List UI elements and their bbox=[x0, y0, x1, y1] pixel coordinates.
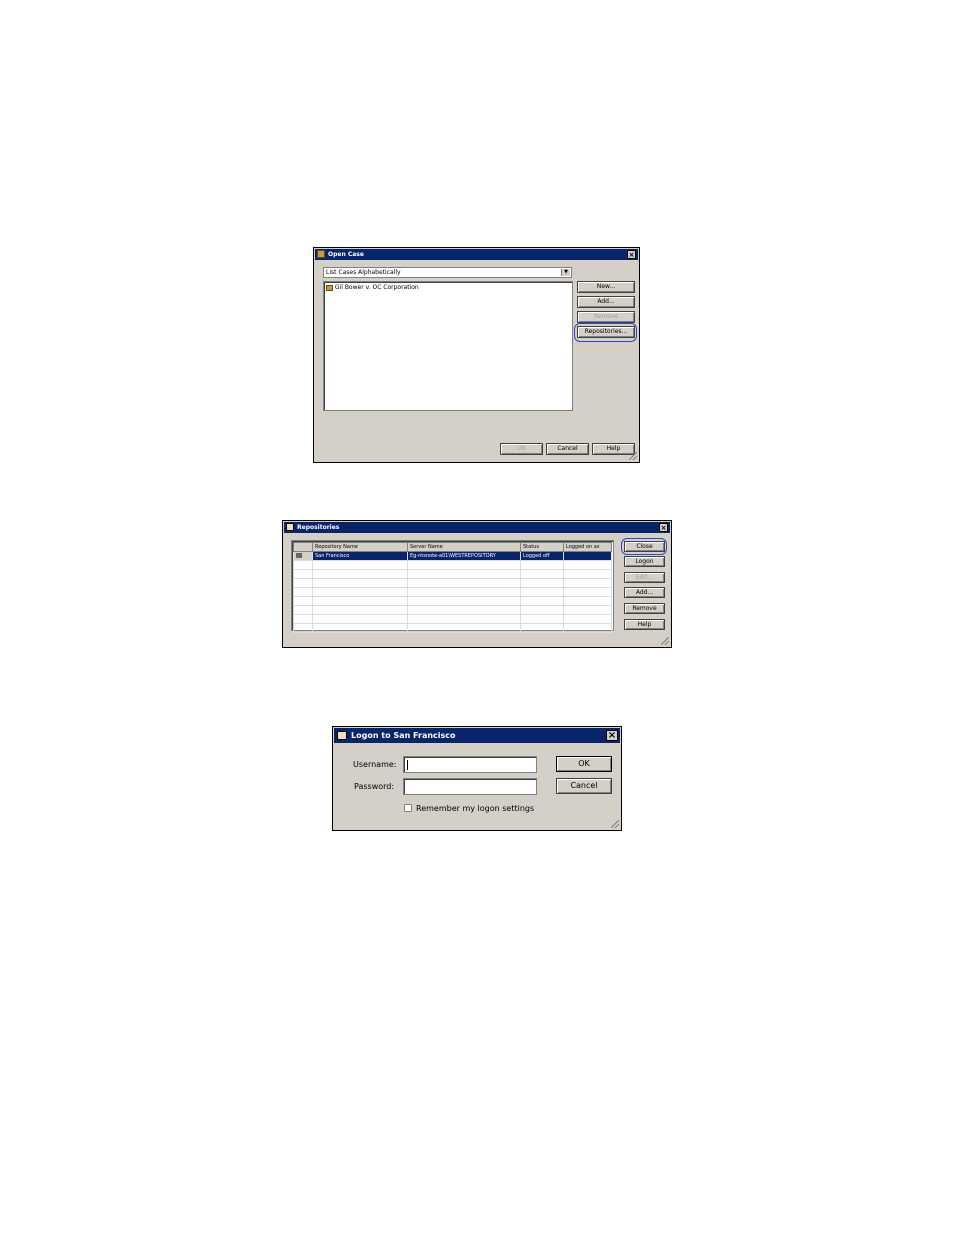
table-row bbox=[293, 578, 612, 588]
new-case-button[interactable]: New... bbox=[577, 281, 635, 293]
column-header-logged-on[interactable]: Logged on as bbox=[563, 542, 612, 552]
close-icon[interactable]: × bbox=[659, 523, 668, 532]
table-row bbox=[293, 596, 612, 606]
repositories-highlight bbox=[574, 323, 637, 342]
repositories-dialog: Repositories × Repository Name Server Na… bbox=[282, 520, 672, 648]
resize-grip[interactable] bbox=[661, 637, 669, 645]
logon-title: Logon to San Francisco bbox=[351, 731, 456, 740]
row-indicator-header bbox=[293, 542, 313, 552]
logged-on-cell bbox=[563, 551, 612, 561]
logon-button[interactable]: Logon bbox=[624, 556, 665, 567]
username-field[interactable] bbox=[403, 756, 537, 773]
remember-checkbox[interactable] bbox=[404, 804, 412, 812]
add-repository-button[interactable]: Add... bbox=[624, 587, 665, 598]
repository-icon bbox=[286, 523, 294, 531]
close-highlight bbox=[621, 538, 667, 555]
repositories-titlebar: Repositories × bbox=[284, 522, 670, 533]
table-row bbox=[293, 614, 612, 624]
row-indicator bbox=[293, 551, 313, 561]
open-case-dialog: Open Case × List Cases Alphabetically ▼ … bbox=[313, 247, 640, 463]
remember-label: Remember my logon settings bbox=[416, 804, 535, 813]
username-label: Username: bbox=[353, 760, 397, 769]
column-header-name[interactable]: Repository Name bbox=[312, 542, 408, 552]
server-name-cell: Eg-ntsnote-a01\WESTREPOSITORY bbox=[407, 551, 521, 561]
table-row bbox=[293, 605, 612, 615]
close-icon[interactable]: × bbox=[606, 730, 618, 741]
column-header-status[interactable]: Status bbox=[520, 542, 564, 552]
status-cell: Logged off bbox=[520, 551, 564, 561]
table-row bbox=[293, 587, 612, 597]
cancel-button[interactable]: Cancel bbox=[546, 443, 589, 455]
repository-icon bbox=[296, 553, 302, 558]
open-case-titlebar: Open Case × bbox=[315, 249, 638, 260]
ok-button[interactable]: OK bbox=[556, 756, 612, 772]
chevron-down-icon[interactable]: ▼ bbox=[561, 269, 570, 276]
repositories-table-frame: Repository Name Server Name Status Logge… bbox=[291, 540, 614, 633]
case-list[interactable]: Gil Bower v. OC Corporation bbox=[323, 281, 573, 411]
case-folder-icon bbox=[326, 284, 333, 291]
close-icon[interactable]: × bbox=[627, 250, 636, 259]
logon-icon bbox=[337, 731, 347, 740]
resize-grip[interactable] bbox=[629, 452, 637, 460]
cancel-button[interactable]: Cancel bbox=[556, 778, 612, 794]
remove-case-button[interactable]: Remove bbox=[577, 311, 635, 323]
add-case-button[interactable]: Add... bbox=[577, 296, 635, 308]
case-sort-value: List Cases Alphabetically bbox=[326, 269, 401, 276]
case-item-label: Gil Bower v. OC Corporation bbox=[334, 284, 419, 291]
table-row bbox=[293, 560, 612, 570]
repository-name-cell: San Francisco bbox=[312, 551, 408, 561]
help-button[interactable]: Help bbox=[624, 619, 665, 630]
table-row[interactable]: San Francisco Eg-ntsnote-a01\WESTREPOSIT… bbox=[293, 551, 612, 561]
table-row bbox=[293, 569, 612, 579]
case-folder-icon bbox=[317, 250, 325, 258]
repositories-title: Repositories bbox=[297, 524, 340, 531]
text-cursor bbox=[407, 760, 408, 770]
open-case-title: Open Case bbox=[328, 251, 364, 258]
list-item[interactable]: Gil Bower v. OC Corporation bbox=[326, 284, 419, 292]
table-header-row: Repository Name Server Name Status Logge… bbox=[293, 542, 612, 552]
column-header-server[interactable]: Server Name bbox=[407, 542, 521, 552]
table-row bbox=[293, 623, 612, 633]
logon-dialog: Logon to San Francisco × Username: Passw… bbox=[332, 726, 622, 831]
resize-grip[interactable] bbox=[611, 820, 619, 828]
password-label: Password: bbox=[354, 782, 395, 791]
edit-button[interactable]: Edit... bbox=[624, 572, 665, 583]
repositories-table: Repository Name Server Name Status Logge… bbox=[293, 542, 612, 633]
remove-repository-button[interactable]: Remove bbox=[624, 603, 665, 614]
password-field[interactable] bbox=[403, 778, 537, 795]
ok-button[interactable]: OK bbox=[500, 443, 543, 455]
logon-titlebar: Logon to San Francisco × bbox=[334, 728, 620, 743]
case-sort-select[interactable]: List Cases Alphabetically ▼ bbox=[323, 267, 572, 278]
